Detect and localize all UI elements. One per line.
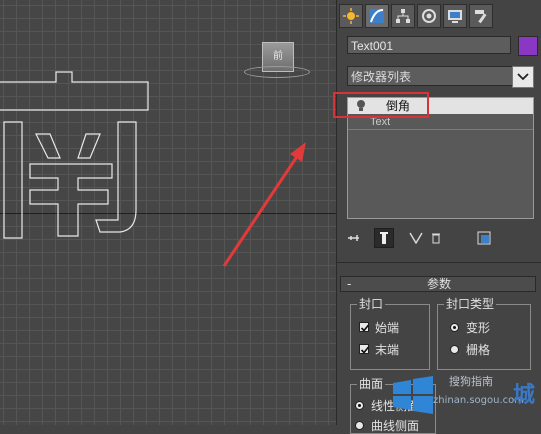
viewport-front[interactable]: 前 — [0, 0, 336, 425]
make-unique-icon — [409, 232, 423, 244]
panel-divider — [336, 262, 541, 263]
cap-type-group: 封口类型 变形 栅格 — [437, 297, 531, 370]
motion-icon — [422, 9, 436, 23]
stack-toolbar — [344, 228, 534, 250]
cap-type-morph-radio[interactable] — [450, 323, 459, 332]
watermark-url: zhinan.sogou.com — [433, 395, 525, 406]
end-result-icon — [380, 232, 388, 244]
cap-end-checkbox[interactable] — [359, 344, 370, 354]
text-shape-outline[interactable] — [0, 60, 160, 240]
create-icon — [343, 8, 359, 24]
cap-group-title: 封口 — [357, 297, 386, 311]
watermark-brand: 城 — [513, 383, 536, 408]
configure-modifier-sets-button[interactable] — [474, 228, 494, 248]
checkmark-icon — [360, 346, 370, 354]
cap-type-morph-label: 变形 — [466, 321, 491, 335]
configure-icon — [477, 231, 491, 245]
modify-tab[interactable] — [365, 4, 389, 28]
cap-start-checkbox[interactable] — [359, 322, 370, 332]
watermark: 搜狗指南 zhinan.sogou.com 城 — [385, 365, 535, 423]
cap-group: 封口 始端 末端 — [350, 297, 430, 370]
cap-type-grid-radio[interactable] — [450, 345, 459, 354]
object-color-swatch[interactable] — [518, 36, 538, 56]
cap-type-grid-label: 栅格 — [466, 343, 491, 357]
motion-tab[interactable] — [417, 4, 441, 28]
utilities-icon — [475, 10, 487, 24]
pin-stack-button[interactable] — [344, 228, 364, 248]
display-tab[interactable] — [443, 4, 467, 28]
viewcube-compass-ring[interactable] — [244, 66, 310, 78]
rollout-title: 参数 — [426, 277, 451, 291]
parameters-rollout-header[interactable]: - 参数 — [340, 276, 536, 292]
surface-curved-radio[interactable] — [355, 421, 364, 430]
object-name-field[interactable]: Text001 — [347, 36, 511, 54]
modifier-list-dropdown-button[interactable] — [512, 66, 534, 88]
modify-icon — [370, 9, 384, 23]
annotation-arrow-icon — [222, 142, 306, 267]
trash-icon — [432, 233, 440, 244]
modifier-list-dropdown[interactable]: 修改器列表 — [347, 66, 534, 86]
cap-type-group-title: 封口类型 — [444, 297, 497, 311]
remove-modifier-button[interactable] — [426, 228, 446, 248]
display-icon — [448, 10, 462, 23]
windows-logo-icon — [393, 376, 433, 414]
command-panel-tabs — [339, 4, 493, 28]
bevel-highlight-box — [333, 92, 429, 118]
hierarchy-icon — [396, 9, 410, 23]
create-tab[interactable] — [339, 4, 363, 28]
surface-linear-radio[interactable] — [355, 401, 364, 410]
chevron-down-icon — [517, 73, 529, 81]
checkmark-icon — [360, 324, 370, 332]
utilities-tab[interactable] — [469, 4, 493, 28]
surface-group-title: 曲面 — [357, 377, 386, 391]
show-end-result-button[interactable] — [374, 228, 394, 248]
cap-start-label: 始端 — [375, 321, 400, 335]
hierarchy-tab[interactable] — [391, 4, 415, 28]
make-unique-button[interactable] — [406, 228, 426, 248]
watermark-title: 搜狗指南 — [449, 375, 493, 388]
pin-icon — [348, 235, 359, 241]
cap-end-label: 末端 — [375, 343, 400, 357]
